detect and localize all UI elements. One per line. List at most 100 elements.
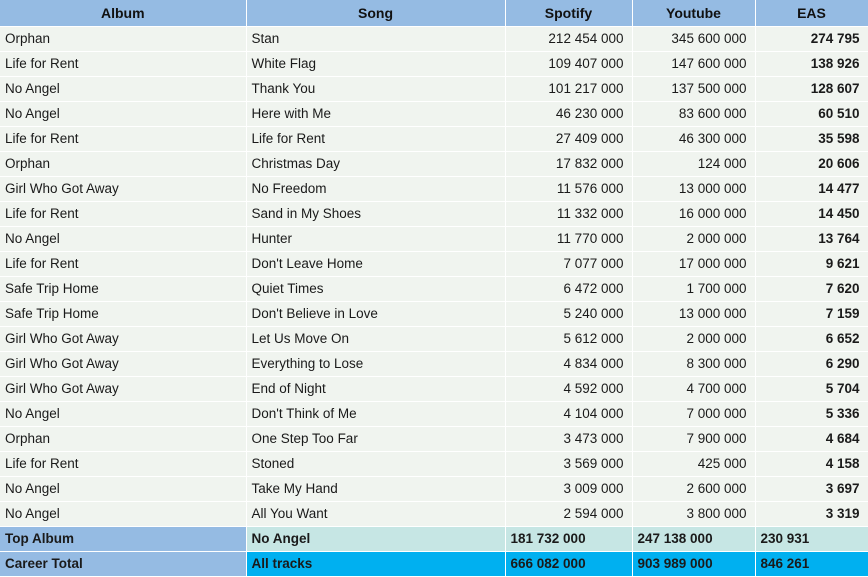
table-row: Life for Rent Don't Leave Home 7 077 000 17… — [0, 251, 868, 277]
cell-eas: 7 159 — [755, 301, 868, 327]
cell-youtube: 4 700 000 — [632, 376, 756, 402]
table-row: Safe Trip Home Quiet Times 6 472 000 1 700 … — [0, 276, 868, 302]
cell-song: All You Want — [246, 501, 506, 527]
cell-eas: 6 290 — [755, 351, 868, 377]
cell-eas: 9 621 — [755, 251, 868, 277]
cell-spotify: 3 473 000 — [505, 426, 633, 452]
cell-youtube: 345 600 000 — [632, 26, 756, 52]
top-album-name: No Angel — [246, 526, 506, 552]
cell-youtube: 46 300 000 — [632, 126, 756, 152]
cell-eas: 138 926 — [755, 51, 868, 77]
cell-album: Life for Rent — [0, 201, 247, 227]
cell-eas: 7 620 — [755, 276, 868, 302]
cell-eas: 4 158 — [755, 451, 868, 477]
column-header-song[interactable]: Song — [246, 0, 506, 27]
top-album-eas: 230 931 — [755, 526, 868, 552]
cell-youtube: 2 000 000 — [632, 326, 756, 352]
cell-album: Girl Who Got Away — [0, 376, 247, 402]
cell-song: Don't Leave Home — [246, 251, 506, 277]
cell-album: No Angel — [0, 101, 247, 127]
cell-song: One Step Too Far — [246, 426, 506, 452]
cell-album: No Angel — [0, 476, 247, 502]
cell-eas: 4 684 — [755, 426, 868, 452]
cell-spotify: 4 834 000 — [505, 351, 633, 377]
cell-youtube: 83 600 000 — [632, 101, 756, 127]
cell-spotify: 5 240 000 — [505, 301, 633, 327]
table-row: Life for Rent Sand in My Shoes 11 332 000 1… — [0, 201, 868, 227]
cell-eas: 5 704 — [755, 376, 868, 402]
cell-album: Life for Rent — [0, 51, 247, 77]
cell-album: Orphan — [0, 151, 247, 177]
cell-song: Quiet Times — [246, 276, 506, 302]
table-row: Life for Rent Life for Rent 27 409 000 46 3… — [0, 126, 868, 152]
cell-spotify: 212 454 000 — [505, 26, 633, 52]
cell-eas: 13 764 — [755, 226, 868, 252]
cell-spotify: 11 576 000 — [505, 176, 633, 202]
cell-album: Girl Who Got Away — [0, 326, 247, 352]
top-album-label: Top Album — [0, 526, 247, 552]
cell-eas: 5 336 — [755, 401, 868, 427]
cell-youtube: 13 000 000 — [632, 301, 756, 327]
cell-spotify: 3 569 000 — [505, 451, 633, 477]
table-body: Orphan Stan 212 454 000 345 600 000 274 795 L… — [0, 26, 868, 527]
cell-song: Stoned — [246, 451, 506, 477]
career-total-eas: 846 261 — [755, 551, 868, 577]
cell-album: No Angel — [0, 501, 247, 527]
cell-spotify: 27 409 000 — [505, 126, 633, 152]
table-row: No Angel Here with Me 46 230 000 83 600 000… — [0, 101, 868, 127]
cell-spotify: 11 332 000 — [505, 201, 633, 227]
cell-song: Thank You — [246, 76, 506, 102]
cell-song: Stan — [246, 26, 506, 52]
table-row: Girl Who Got Away Let Us Move On 5 612 000… — [0, 326, 868, 352]
cell-youtube: 16 000 000 — [632, 201, 756, 227]
cell-youtube: 425 000 — [632, 451, 756, 477]
column-header-spotify[interactable]: Spotify — [505, 0, 633, 27]
column-header-eas[interactable]: EAS — [755, 0, 868, 27]
career-total-youtube: 903 989 000 — [632, 551, 756, 577]
table-row: Orphan One Step Too Far 3 473 000 7 900 000… — [0, 426, 868, 452]
cell-eas: 60 510 — [755, 101, 868, 127]
table-row: No Angel Hunter 11 770 000 2 000 000 13 764 — [0, 226, 868, 252]
cell-youtube: 7 000 000 — [632, 401, 756, 427]
column-header-album[interactable]: Album — [0, 0, 247, 27]
cell-song: Christmas Day — [246, 151, 506, 177]
cell-eas: 14 450 — [755, 201, 868, 227]
cell-album: Orphan — [0, 26, 247, 52]
table-row: No Angel Don't Think of Me 4 104 000 7 000 … — [0, 401, 868, 427]
table-row: Girl Who Got Away End of Night 4 592 000 4 … — [0, 376, 868, 402]
career-total-label: Career Total — [0, 551, 247, 577]
cell-song: Hunter — [246, 226, 506, 252]
cell-youtube: 147 600 000 — [632, 51, 756, 77]
cell-eas: 3 319 — [755, 501, 868, 527]
cell-youtube: 13 000 000 — [632, 176, 756, 202]
table-row: No Angel Thank You 101 217 000 137 500 000 1… — [0, 76, 868, 102]
cell-album: Orphan — [0, 426, 247, 452]
cell-song: White Flag — [246, 51, 506, 77]
cell-song: End of Night — [246, 376, 506, 402]
top-album-row: Top Album No Angel 181 732 000 247 138 0… — [0, 526, 868, 552]
streaming-stats-table: Album Song Spotify Youtube EAS Orphan Sta… — [0, 0, 868, 577]
cell-eas: 35 598 — [755, 126, 868, 152]
cell-album: No Angel — [0, 401, 247, 427]
column-header-youtube[interactable]: Youtube — [632, 0, 756, 27]
cell-album: Girl Who Got Away — [0, 351, 247, 377]
cell-spotify: 5 612 000 — [505, 326, 633, 352]
table-summary: Top Album No Angel 181 732 000 247 138 0… — [0, 526, 868, 577]
header-row: Album Song Spotify Youtube EAS — [0, 0, 868, 27]
top-album-spotify: 181 732 000 — [505, 526, 633, 552]
cell-youtube: 3 800 000 — [632, 501, 756, 527]
career-total-row: Career Total All tracks 666 082 000 903 … — [0, 551, 868, 577]
cell-youtube: 2 600 000 — [632, 476, 756, 502]
cell-eas: 14 477 — [755, 176, 868, 202]
cell-eas: 274 795 — [755, 26, 868, 52]
table-row: Orphan Christmas Day 17 832 000 124 000 20 6… — [0, 151, 868, 177]
top-album-youtube: 247 138 000 — [632, 526, 756, 552]
career-total-spotify: 666 082 000 — [505, 551, 633, 577]
cell-spotify: 17 832 000 — [505, 151, 633, 177]
cell-song: Don't Believe in Love — [246, 301, 506, 327]
cell-youtube: 8 300 000 — [632, 351, 756, 377]
table-row: Girl Who Got Away Everything to Lose 4 834… — [0, 351, 868, 377]
cell-album: Safe Trip Home — [0, 301, 247, 327]
career-total-scope: All tracks — [246, 551, 506, 577]
cell-youtube: 7 900 000 — [632, 426, 756, 452]
